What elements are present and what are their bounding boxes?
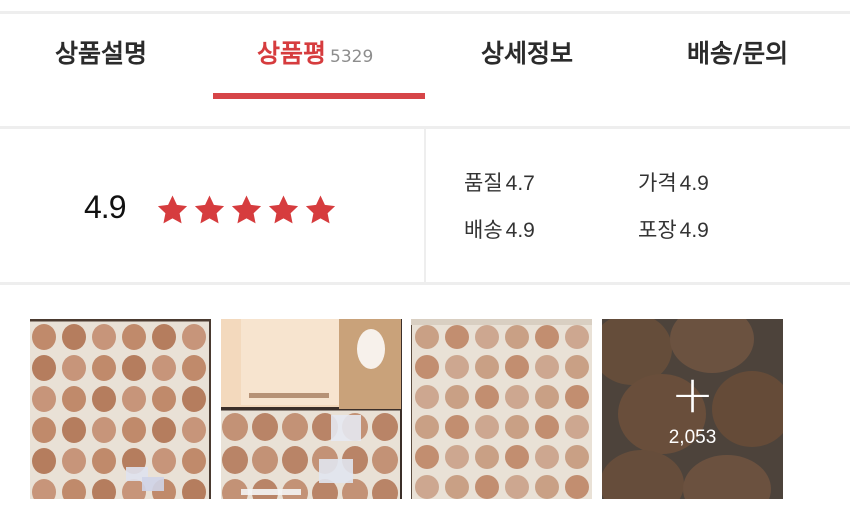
- review-photo[interactable]: [411, 319, 592, 499]
- metric-value: 4.9: [505, 219, 535, 242]
- star-icon: [305, 195, 336, 224]
- tab-label: 상세정보: [481, 39, 574, 68]
- review-count: 5329: [330, 47, 374, 67]
- summary-divider: [424, 129, 426, 282]
- metric-price: 가격 4.9: [638, 167, 709, 197]
- average-rating: 4.9: [84, 189, 126, 225]
- egg-box-photo: [221, 319, 402, 499]
- metric-label: 품질: [464, 172, 503, 195]
- metric-value: 4.9: [679, 172, 709, 195]
- review-tabs: 상품설명 상품평 5329 상세정보 배송/문의: [0, 14, 850, 127]
- metric-value: 4.9: [679, 219, 709, 242]
- metric-label: 배송: [464, 219, 503, 242]
- star-icon: [268, 195, 299, 224]
- metric-label: 가격: [638, 172, 677, 195]
- review-photo[interactable]: [30, 319, 211, 499]
- tab-label: 상품설명: [55, 39, 148, 68]
- rating-summary: 4.9 품질 4.7 가격 4.9 배송 4.9 포장 4.9: [0, 129, 850, 282]
- summary-bottom-divider: [0, 282, 850, 285]
- egg-tray-photo: [30, 319, 211, 499]
- metric-label: 포장: [638, 219, 677, 242]
- tab-details[interactable]: 상세정보: [481, 34, 573, 74]
- more-photos-count: 2,053: [668, 427, 717, 448]
- review-photo-more[interactable]: + 2,053: [602, 319, 783, 499]
- tab-reviews[interactable]: 상품평 5329: [257, 34, 373, 74]
- tab-label: 배송/문의: [687, 39, 789, 68]
- metric-shipping: 배송 4.9: [464, 214, 535, 244]
- tab-label: 상품평: [257, 39, 327, 68]
- review-photos: + 2,053: [30, 319, 790, 499]
- more-photos-overlay: + 2,053: [602, 319, 783, 499]
- metric-value: 4.7: [505, 172, 535, 195]
- egg-tray-photo: [411, 319, 592, 499]
- metric-packaging: 포장 4.9: [638, 214, 709, 244]
- star-icon: [157, 195, 188, 224]
- review-photo[interactable]: [221, 319, 402, 499]
- plus-icon: +: [670, 365, 715, 425]
- star-icon: [194, 195, 225, 224]
- tab-product-description[interactable]: 상품설명: [55, 34, 147, 74]
- metric-quality: 품질 4.7: [464, 167, 535, 197]
- star-rating: [155, 193, 338, 227]
- tab-shipping-inquiry[interactable]: 배송/문의: [687, 34, 788, 74]
- star-icon: [231, 195, 262, 224]
- active-tab-indicator: [213, 93, 425, 99]
